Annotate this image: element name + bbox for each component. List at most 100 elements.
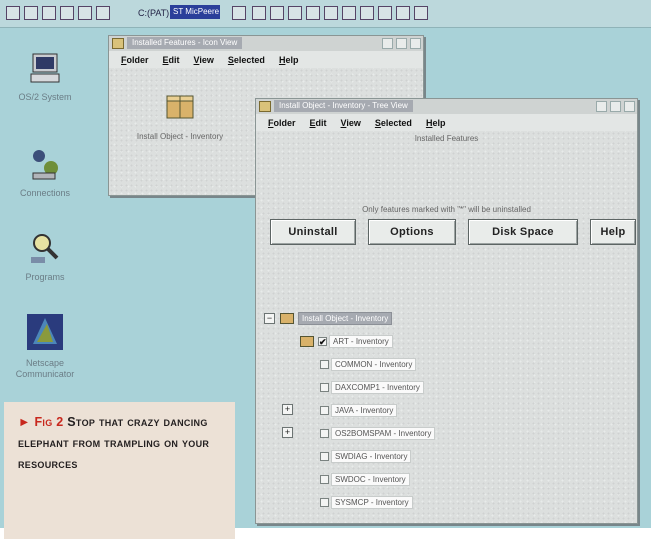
install-object-item[interactable]: Install Object - Inventory (115, 90, 245, 144)
drawer-icon[interactable] (270, 6, 284, 20)
menu-help[interactable]: Help (279, 55, 299, 65)
menu-help[interactable]: Help (426, 118, 446, 128)
minimize-button[interactable] (382, 38, 393, 49)
tree-item-label: COMMON - Inventory (331, 357, 417, 371)
folder-icon[interactable] (24, 6, 38, 20)
desktop-icon-connections[interactable]: Connections (0, 146, 90, 199)
menu-view[interactable]: View (194, 55, 214, 65)
launchpad-active-task[interactable]: ST MicPeere (170, 5, 220, 19)
package-icon (164, 90, 196, 120)
window-title: Install Object - Inventory - Tree View (274, 100, 413, 112)
drawer-icon[interactable] (378, 6, 392, 20)
tree-item[interactable]: JAVA - Inventory (320, 403, 398, 417)
feature-checkbox[interactable] (320, 451, 329, 461)
launchpad-bar: C:(PAT) ST MicPeere (0, 0, 651, 28)
launchpad-path: C:(PAT) (138, 8, 170, 18)
tree-item-label: OS2BOMSPAM - Inventory (331, 426, 436, 440)
install-object-tree-window[interactable]: Install Object - Inventory - Tree View F… (255, 98, 638, 524)
drawer-icon[interactable] (306, 6, 320, 20)
tree-item-label: DAXCOMP1 - Inventory (331, 380, 424, 394)
desktop-icon-programs[interactable]: Programs (0, 230, 90, 283)
tree-item[interactable]: COMMON - Inventory (320, 357, 417, 371)
feature-checkbox[interactable] (320, 497, 329, 507)
close-button[interactable] (624, 101, 635, 112)
shredder-icon[interactable] (60, 6, 74, 20)
help-button[interactable]: Help (590, 219, 636, 245)
tree-root[interactable]: Install Object - Inventory (280, 311, 393, 325)
desktop-icon-label: Connections (19, 188, 71, 198)
install-object-label: Install Object - Inventory (136, 132, 224, 141)
feature-checkbox[interactable]: ✔ (318, 336, 327, 346)
close-button[interactable] (410, 38, 421, 49)
menu-bar: Folder Edit View Selected Help (109, 51, 423, 68)
tree-item[interactable]: ✔ ART - Inventory (300, 334, 393, 348)
tree-root-label: Install Object - Inventory (298, 311, 393, 325)
tree-item-label: JAVA - Inventory (331, 403, 398, 417)
drawer-icon[interactable] (232, 6, 246, 20)
minimize-button[interactable] (596, 101, 607, 112)
uninstall-button[interactable]: Uninstall (270, 219, 356, 245)
drawer-icon[interactable] (288, 6, 302, 20)
feature-checkbox[interactable] (320, 405, 329, 415)
drive-icon[interactable] (78, 6, 92, 20)
window-title: Installed Features - Icon View (127, 37, 243, 49)
tree-item[interactable]: SWDIAG - Inventory (320, 449, 412, 463)
desktop-icon-label: Programs (25, 272, 65, 282)
menu-edit[interactable]: Edit (310, 118, 327, 128)
maximize-button[interactable] (396, 38, 407, 49)
menu-selected[interactable]: Selected (375, 118, 412, 128)
tree-item-label: ART - Inventory (329, 334, 393, 348)
desktop-icon-label: Netscape Communicator (15, 358, 75, 379)
disk-space-button[interactable]: Disk Space (468, 219, 578, 245)
network-icon (27, 146, 63, 182)
feature-checkbox[interactable] (320, 359, 329, 369)
menu-bar: Folder Edit View Selected Help (256, 114, 637, 131)
expand-toggle[interactable]: + (282, 427, 293, 438)
collapse-toggle[interactable]: − (264, 313, 275, 324)
title-bar[interactable]: Install Object - Inventory - Tree View (256, 99, 637, 114)
uninstall-note: Only features marked with "*" will be un… (362, 205, 531, 214)
magnifier-icon (27, 230, 63, 266)
folder-icon[interactable] (259, 101, 271, 112)
tree-item-label: SWDOC - Inventory (331, 472, 410, 486)
desktop-icon-label: OS/2 System (18, 92, 72, 102)
feature-checkbox[interactable] (320, 474, 329, 484)
folder-icon[interactable] (112, 38, 124, 49)
netscape-icon (25, 312, 65, 352)
drawer-icon[interactable] (324, 6, 338, 20)
options-button[interactable]: Options (368, 219, 456, 245)
menu-folder[interactable]: Folder (121, 55, 149, 65)
panel-header: Installed Features (414, 134, 479, 143)
desktop-icon-os2-system[interactable]: OS/2 System (0, 50, 90, 103)
computer-icon (27, 50, 63, 86)
feature-checkbox[interactable] (320, 428, 329, 438)
tree-item[interactable]: DAXCOMP1 - Inventory (320, 380, 424, 394)
drawer-icon[interactable] (396, 6, 410, 20)
drawer-icon[interactable] (252, 6, 266, 20)
menu-view[interactable]: View (341, 118, 361, 128)
package-icon (280, 312, 294, 324)
printer-icon[interactable] (96, 6, 110, 20)
drawer-icon[interactable] (342, 6, 356, 20)
maximize-button[interactable] (610, 101, 621, 112)
menu-folder[interactable]: Folder (268, 118, 296, 128)
figure-caption: ► Fig 2 Stop that crazy dancing elephant… (4, 402, 235, 539)
desktop-icon-netscape[interactable]: Netscape Communicator (0, 312, 90, 380)
caption-arrow: ► (18, 415, 31, 429)
tree-item-label: SYSMCP - Inventory (331, 495, 413, 509)
title-bar[interactable]: Installed Features - Icon View (109, 36, 423, 51)
tree-item[interactable]: SYSMCP - Inventory (320, 495, 413, 509)
tree-item[interactable]: SWDOC - Inventory (320, 472, 410, 486)
menu-edit[interactable]: Edit (163, 55, 180, 65)
help-book-icon[interactable] (42, 6, 56, 20)
drawer-icon[interactable] (414, 6, 428, 20)
tree-item-label: SWDIAG - Inventory (331, 449, 412, 463)
drawer-icon[interactable] (360, 6, 374, 20)
window-list-icon[interactable] (6, 6, 20, 20)
tree-item[interactable]: OS2BOMSPAM - Inventory (320, 426, 436, 440)
menu-selected[interactable]: Selected (228, 55, 265, 65)
expand-toggle[interactable]: + (282, 404, 293, 415)
feature-checkbox[interactable] (320, 382, 329, 392)
window-client-area: Installed Features Only features marked … (256, 131, 637, 523)
caption-figure-number: Fig 2 (34, 415, 64, 429)
